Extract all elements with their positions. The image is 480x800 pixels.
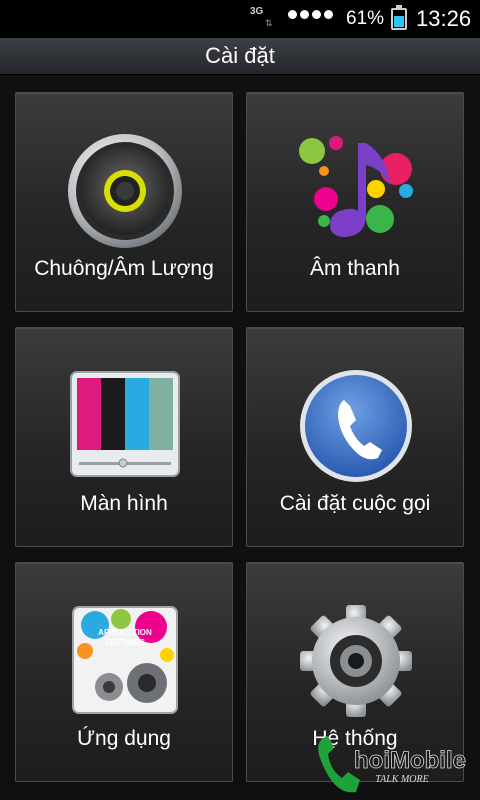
watermark-logo: hoiMobile TALK MORE <box>318 736 466 793</box>
tile-label: Chuông/Âm Lượng <box>34 257 214 280</box>
speaker-icon <box>68 134 182 248</box>
signal-strength-icon <box>288 10 333 19</box>
app-icon-text: APPLICATION <box>98 628 152 637</box>
battery-percent: 61% <box>346 8 385 29</box>
gear-icon <box>300 605 412 717</box>
battery-fill <box>394 16 404 27</box>
music-note-icon <box>299 136 413 237</box>
status-bar: 3G ⇅ 61% 13:26 <box>0 0 480 38</box>
display-icon <box>70 371 180 477</box>
tile-label: Ứng dụng <box>77 727 171 750</box>
network-type-label: 3G <box>250 6 264 17</box>
battery-icon <box>391 5 407 30</box>
phone-icon <box>300 370 412 482</box>
app-icon-text: SETTINGS <box>105 638 146 647</box>
page-title: Cài đặt <box>0 38 480 75</box>
data-activity-icon: ⇅ <box>265 18 272 28</box>
tile-applications[interactable]: APPLICATION SETTINGS Ứng dụng <box>15 562 233 782</box>
watermark-tagline: TALK MORE <box>375 774 428 785</box>
tile-label: Cài đặt cuộc gọi <box>279 492 431 515</box>
tile-call-settings[interactable]: Cài đặt cuộc gọi <box>246 327 464 547</box>
applications-icon: APPLICATION SETTINGS <box>72 606 178 714</box>
tile-ringtone-volume[interactable]: Chuông/Âm Lượng <box>15 92 233 312</box>
tile-label: Âm thanh <box>310 257 400 280</box>
clock: 13:26 <box>416 6 472 31</box>
tile-label: Màn hình <box>80 492 168 515</box>
tile-sound[interactable]: Âm thanh <box>246 92 464 312</box>
tile-display[interactable]: Màn hình <box>15 327 233 547</box>
watermark-brand: hoiMobile <box>354 747 466 774</box>
